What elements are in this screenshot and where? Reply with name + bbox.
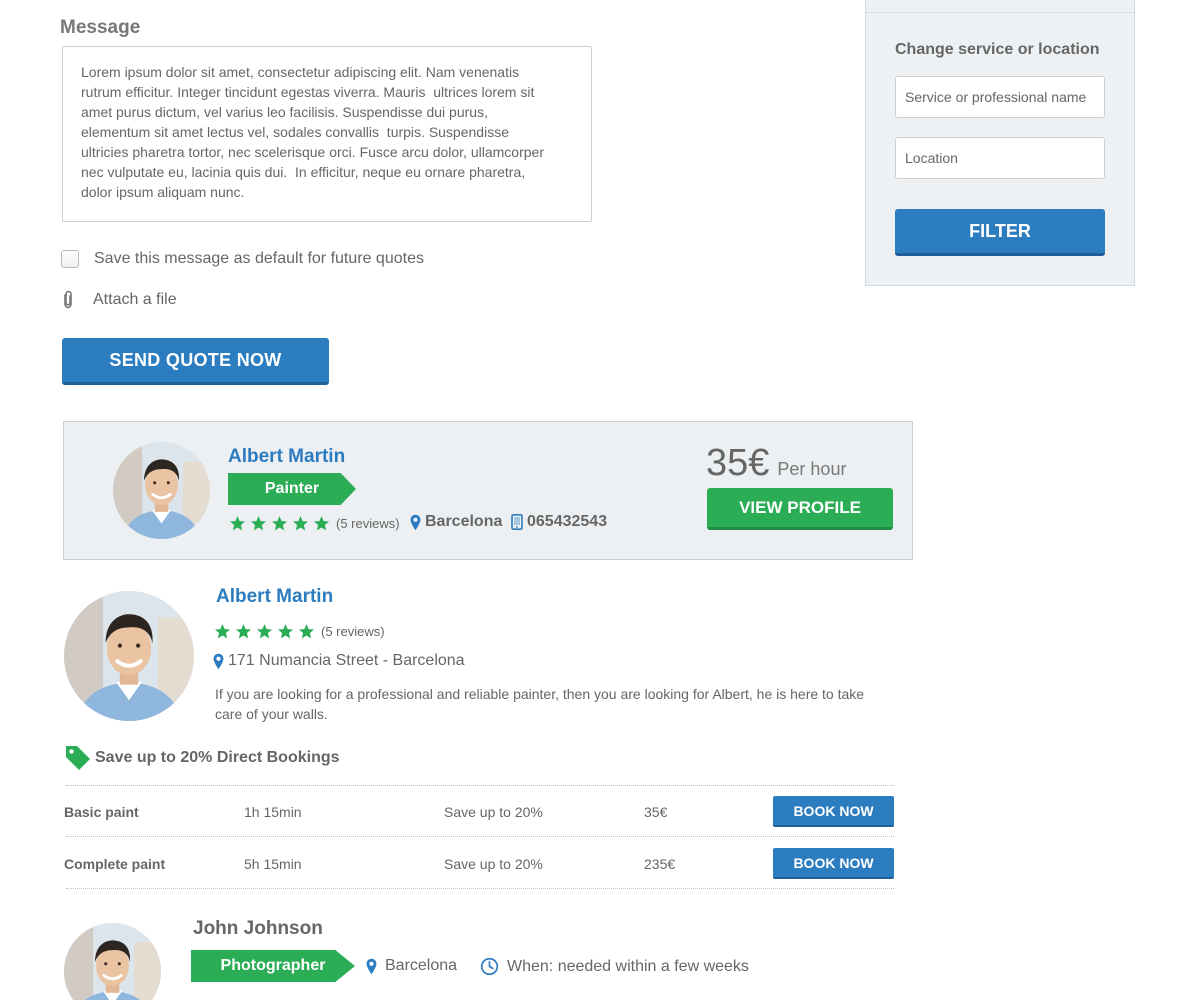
city-label: Barcelona <box>425 513 503 530</box>
star-icon <box>271 515 288 532</box>
request-when-label: When: needed within a few weeks <box>507 957 749 975</box>
filter-sidebar: Change service or location Service or pr… <box>865 0 1135 286</box>
save-default-row[interactable]: Save this message as default for future … <box>61 250 424 268</box>
star-icon <box>313 515 330 532</box>
request-city: Barcelona <box>366 957 457 975</box>
paperclip-icon <box>64 290 72 309</box>
map-pin-icon <box>366 958 377 975</box>
address-label: 171 Numancia Street - Barcelona <box>228 652 465 669</box>
professional-name[interactable]: Albert Martin <box>228 446 345 468</box>
star-icon <box>250 515 267 532</box>
professional-description: If you are looking for a professional an… <box>215 686 865 722</box>
price-unit: Per hour <box>777 459 847 479</box>
map-pin-icon <box>213 653 224 670</box>
divider <box>66 888 894 889</box>
divider <box>66 836 894 837</box>
rating-stars: (5 reviews) <box>229 515 400 532</box>
map-pin-icon <box>410 514 421 531</box>
star-icon <box>292 515 309 532</box>
service-duration: 5h 15min <box>244 855 302 872</box>
attach-file-link[interactable]: Attach a file <box>61 290 177 310</box>
service-saving: Save up to 20% <box>444 803 543 820</box>
star-icon <box>277 623 294 640</box>
send-quote-button[interactable]: SEND QUOTE NOW <box>62 338 329 385</box>
attach-file-label: Attach a file <box>93 291 177 308</box>
location-input[interactable]: Location <box>895 137 1105 179</box>
save-default-checkbox[interactable] <box>61 250 79 268</box>
mobile-phone-icon <box>511 514 523 530</box>
clock-icon <box>480 957 499 976</box>
price-tag-icon <box>66 746 90 770</box>
service-name: Complete paint <box>64 855 166 872</box>
star-icon <box>214 623 231 640</box>
service-saving: Save up to 20% <box>444 855 543 872</box>
book-now-button[interactable]: BOOK NOW <box>773 848 894 879</box>
service-duration: 1h 15min <box>244 803 302 820</box>
address: 171 Numancia Street - Barcelona <box>213 652 465 670</box>
star-icon <box>256 623 273 640</box>
promo-banner: Save up to 20% Direct Bookings <box>63 743 340 773</box>
star-icon <box>235 623 252 640</box>
table-row: Basic paint 1h 15min Save up to 20% 35€ … <box>64 795 894 828</box>
profession-tag: Painter <box>228 473 356 505</box>
avatar[interactable] <box>113 442 210 539</box>
avatar[interactable] <box>64 923 161 1000</box>
divider <box>66 785 894 786</box>
sidebar-divider <box>866 12 1134 13</box>
review-count[interactable]: (5 reviews) <box>321 624 385 639</box>
phone-number: 065432543 <box>527 513 608 530</box>
professional-name[interactable]: Albert Martin <box>216 586 333 608</box>
price-block: 35€ Per hour <box>706 442 846 485</box>
book-now-button[interactable]: BOOK NOW <box>773 796 894 827</box>
avatar[interactable] <box>64 591 194 721</box>
request-city-label: Barcelona <box>385 957 458 974</box>
review-count[interactable]: (5 reviews) <box>336 516 400 531</box>
service-price: 35€ <box>644 803 668 820</box>
promo-text: Save up to 20% Direct Bookings <box>95 749 340 766</box>
phone: 065432543 <box>511 513 607 531</box>
price: 35€ <box>706 442 770 484</box>
star-icon <box>298 623 315 640</box>
view-profile-button[interactable]: VIEW PROFILE <box>707 488 893 530</box>
requester-name[interactable]: John Johnson <box>193 918 323 940</box>
request-when: When: needed within a few weeks <box>480 957 749 976</box>
message-label: Message <box>60 17 141 38</box>
sidebar-title: Change service or location <box>895 41 1100 58</box>
service-price: 235€ <box>644 855 676 872</box>
filter-button[interactable]: FILTER <box>895 209 1105 256</box>
profession-tag: Photographer <box>191 950 355 982</box>
save-default-label: Save this message as default for future … <box>94 250 424 267</box>
rating-stars: (5 reviews) <box>214 623 385 640</box>
table-row: Complete paint 5h 15min Save up to 20% 2… <box>64 847 894 880</box>
professional-card: Albert Martin Painter (5 reviews) Barcel… <box>63 421 913 560</box>
star-icon <box>229 515 246 532</box>
service-name: Basic paint <box>64 803 139 820</box>
message-textarea[interactable]: Lorem ipsum dolor sit amet, consectetur … <box>62 46 592 222</box>
city: Barcelona <box>410 513 502 531</box>
service-search-input[interactable]: Service or professional name <box>895 76 1105 118</box>
